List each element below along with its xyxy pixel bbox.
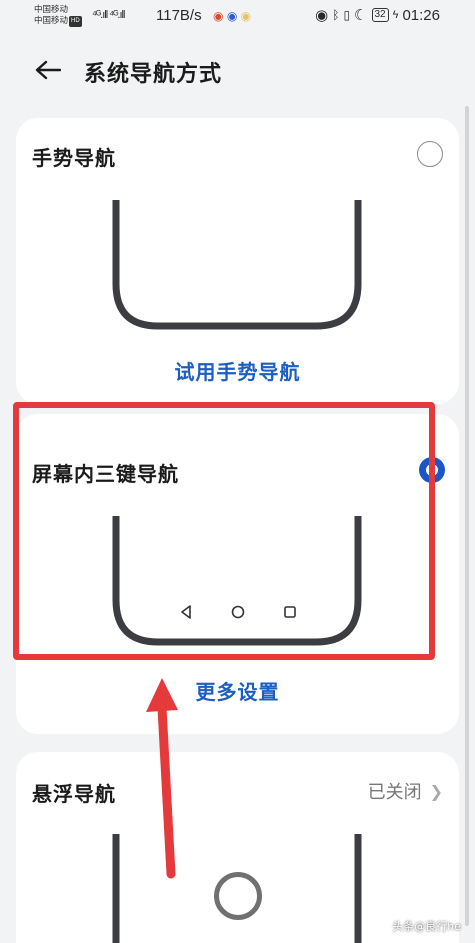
back-button[interactable] <box>30 54 66 86</box>
app-icon: ◉ <box>240 9 252 23</box>
more-settings-link[interactable]: 更多设置 <box>16 676 459 705</box>
status-bar: 中国移动 中国移动 HD ⁴ᴳ.ıll ⁴ᴳ.ıll 117B/s ◉ ◉ ◉ ◉… <box>0 0 475 34</box>
circle-home-icon <box>231 605 245 619</box>
floating-navigation-title: 悬浮导航 <box>32 782 116 806</box>
gesture-phone-diagram <box>112 200 362 330</box>
carrier-1: 中国移动 <box>34 4 69 14</box>
battery-icon: 32 <box>371 8 389 22</box>
charging-icon: ϟ <box>392 9 399 21</box>
three-key-navigation-card[interactable]: 屏幕内三键导航 更多设置 <box>16 414 459 734</box>
hd-badge: HD <box>69 16 82 27</box>
carrier-2: 中国移动 <box>34 15 69 25</box>
floating-ball-icon <box>214 872 262 920</box>
eye-comfort-icon: ◉ <box>315 7 329 24</box>
gesture-navigation-card[interactable]: 手势导航 试用手势导航 <box>16 118 459 404</box>
status-right: ◉ ᛒ ▯ ☾ 32 ϟ 01:26 <box>315 6 440 25</box>
header: 系统导航方式 <box>0 46 475 96</box>
triangle-back-icon <box>181 605 191 619</box>
moon-icon: ☾ <box>354 7 368 24</box>
three-key-navigation-radio[interactable] <box>419 457 445 483</box>
back-arrow-icon <box>35 60 61 80</box>
gesture-navigation-title: 手势导航 <box>32 146 116 170</box>
floating-navigation-status[interactable]: 已关闭 ❯ <box>368 778 443 804</box>
weibo-icon: ◉ <box>213 9 224 23</box>
nav-keys <box>168 599 316 625</box>
signal-icon: ⁴ᴳ.ıll ⁴ᴳ.ıll <box>92 9 125 21</box>
chevron-right-icon: ❯ <box>429 781 443 801</box>
floating-status-label: 已关闭 <box>367 782 422 803</box>
three-key-phone-diagram <box>112 516 362 646</box>
clock-time: 01:26 <box>402 6 440 24</box>
network-speed: 117B/s <box>156 7 202 24</box>
gesture-navigation-radio[interactable] <box>417 141 443 167</box>
square-recents-icon <box>284 606 296 618</box>
carrier-info: 中国移动 中国移动 HD <box>34 4 82 27</box>
three-key-navigation-title: 屏幕内三键导航 <box>32 462 179 486</box>
bluetooth-icon: ᛒ <box>332 8 340 22</box>
notification-icons: ◉ ◉ ◉ <box>213 9 251 23</box>
watermark: 头条@良行he <box>392 920 461 933</box>
vibrate-icon: ▯ <box>343 8 351 22</box>
try-gesture-link[interactable]: 试用手势导航 <box>16 356 459 385</box>
scrollbar[interactable] <box>465 106 469 926</box>
page-title: 系统导航方式 <box>84 62 223 87</box>
app-icon: ◉ <box>226 9 238 23</box>
